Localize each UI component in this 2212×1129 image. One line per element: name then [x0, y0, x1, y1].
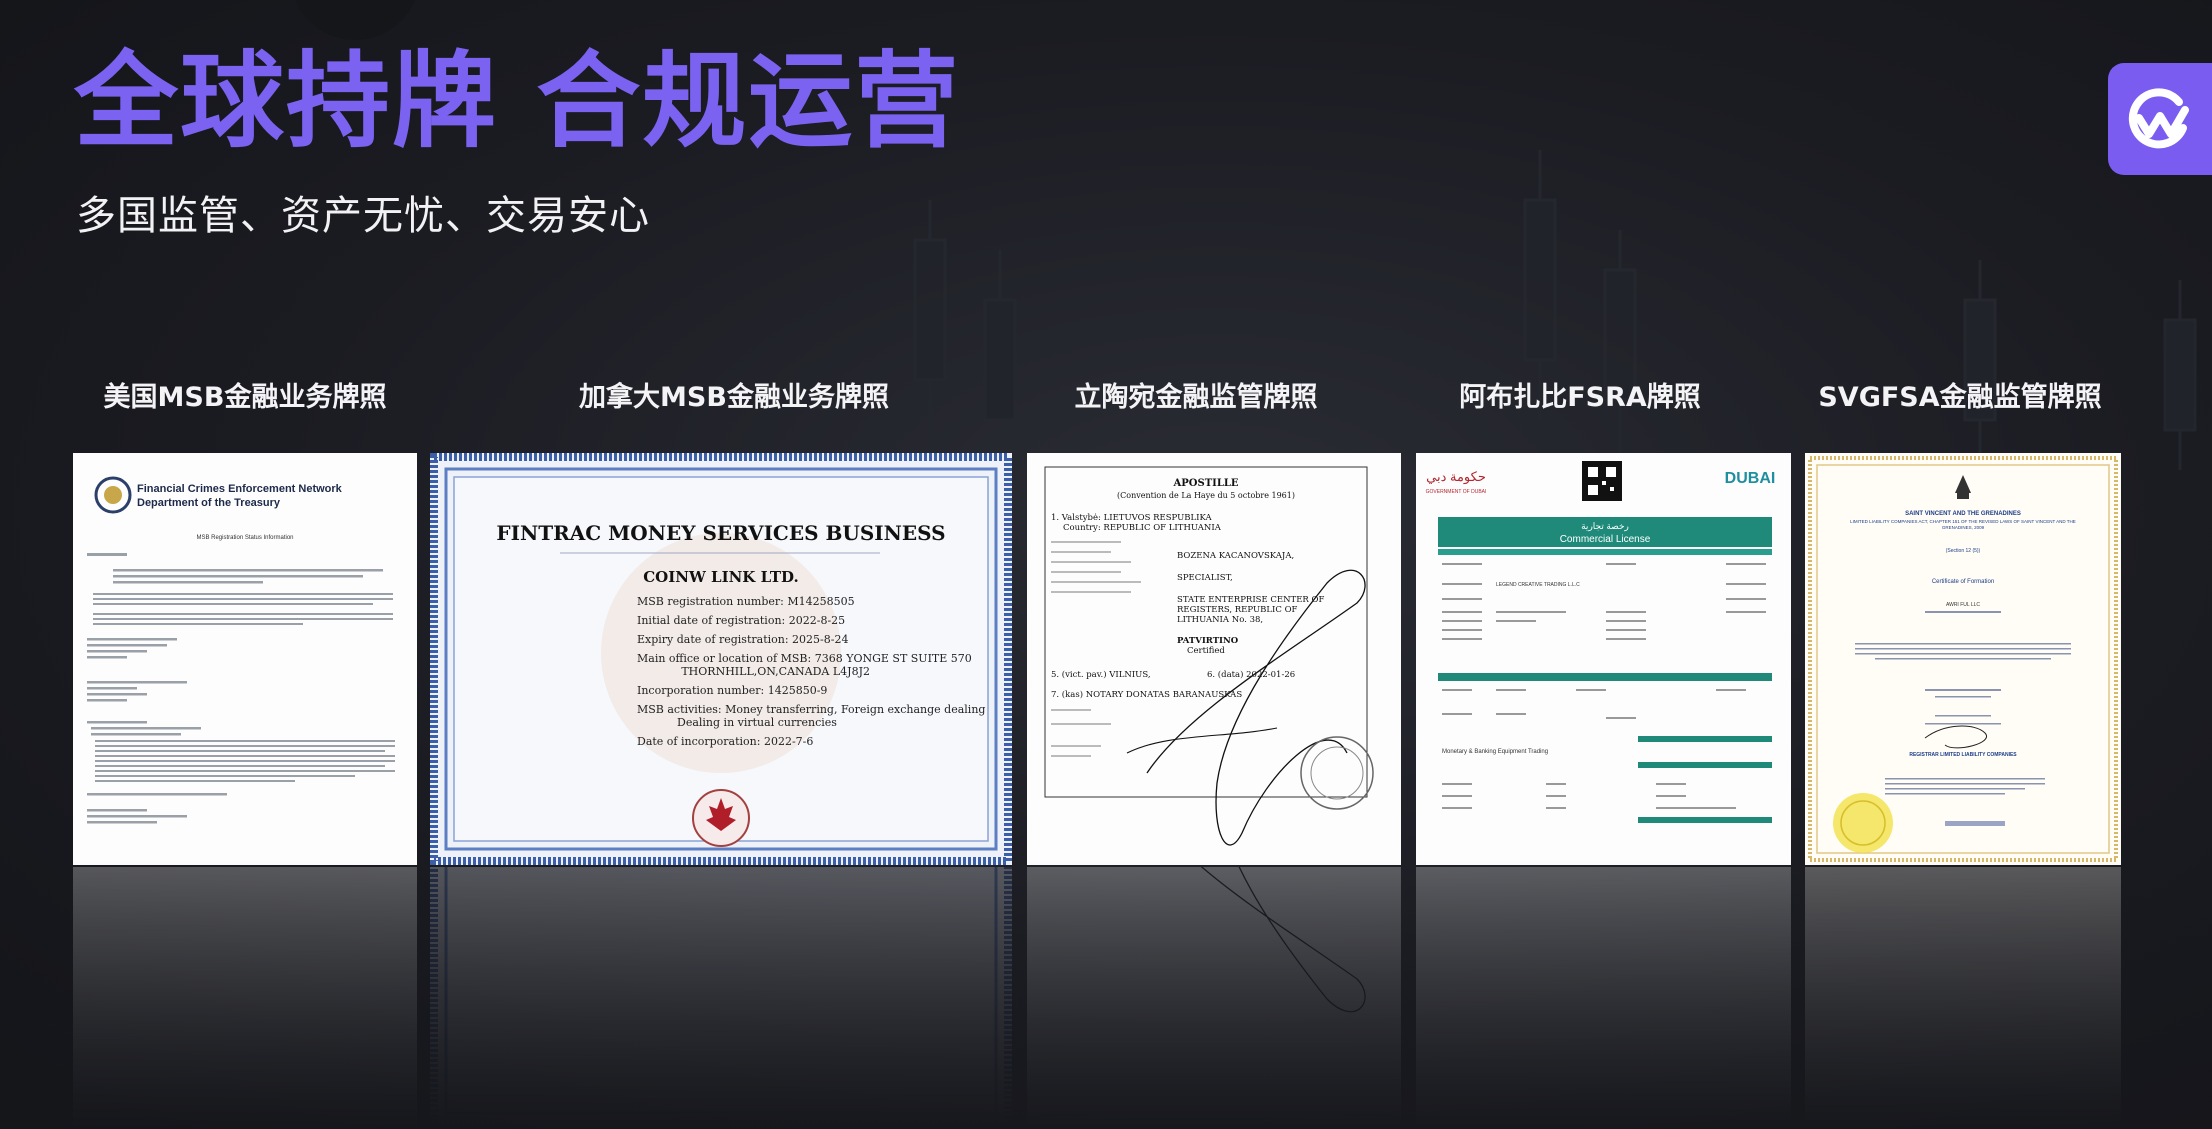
apostille-center-3: LITHUANIA No. 38, [1177, 615, 1263, 625]
apostille-country: 1. Valstybė: LIETUVOS RESPUBLIKA [1051, 513, 1213, 523]
fintrac-activities: MSB activities: Money transferring, Fore… [637, 703, 985, 716]
apostille-center: STATE ENTERPRISE CENTER OF [1177, 595, 1324, 605]
apostille-certified-en: Certified [1187, 646, 1225, 656]
page-title: 全球持牌 合规运营 [74, 40, 961, 162]
certificate-us-msb-reflection [73, 867, 417, 1129]
brand-logo-button[interactable] [2108, 63, 2212, 175]
certificate-svgfsa[interactable]: SAINT VINCENT AND THE GRENADINES LIMITED… [1805, 453, 2121, 865]
fincen-org-line1: Financial Crimes Enforcement Network [137, 483, 343, 495]
fintrac-msb-number: MSB registration number: M14258505 [637, 595, 855, 608]
apostille-place: 5. (vict. pav.) VILNIUS, [1051, 669, 1151, 680]
svg-section: (Section 12 (5)) [1946, 548, 1981, 554]
fintrac-main-office: Main office or location of MSB: 7368 YON… [637, 652, 972, 665]
fintrac-initial-date: Initial date of registration: 2022-8-25 [637, 614, 845, 627]
dubai-gov-label: GOVERNMENT OF DUBAI [1426, 489, 1487, 495]
license-label-lithuania: 立陶宛金融监管牌照 [1074, 382, 1318, 413]
fintrac-incorporation-date: Date of incorporation: 2022-7-6 [637, 735, 813, 748]
svg-heading: SAINT VINCENT AND THE GRENADINES [1905, 511, 2021, 517]
fintrac-expiry-date: Expiry date of registration: 2025-8-24 [637, 633, 848, 646]
dubai-heading: Commercial License [1560, 534, 1651, 545]
svg-act: LIMITED LIABILITY COMPANIES ACT, CHAPTER… [1850, 519, 2076, 530]
fincen-org-line2: Department of the Treasury [137, 497, 281, 509]
fincen-doc-title: MSB Registration Status Information [196, 535, 293, 541]
apostille-notary: 7. (kas) NOTARY DONATAS BARANAUSKAS [1051, 689, 1242, 700]
page-subtitle: 多国监管、资产无忧、交易安心 [76, 193, 650, 239]
dubai-brand-logo: DUBAI [1725, 470, 1776, 487]
dubai-arabic-title: رخصة تجارية [1581, 521, 1629, 532]
certificate-canada-msb-reflection [430, 867, 1012, 1129]
license-label-svgfsa: SVGFSA金融监管牌照 [1818, 382, 2102, 413]
certificate-canada-msb[interactable]: FINTRAC MONEY SERVICES BUSINESS COINW LI… [430, 453, 1012, 865]
apostille-heading: APOSTILLE [1172, 478, 1238, 489]
fintrac-company: COINW LINK LTD. [643, 568, 799, 586]
dubai-gov-arabic-logo: حكومة دبي [1426, 469, 1486, 485]
apostille-signer: BOZENA KACANOVSKAJA, [1177, 551, 1294, 561]
apostille-certified: PATVIRTINO [1177, 636, 1239, 646]
fintrac-activities-2: Dealing in virtual currencies [677, 716, 837, 729]
apostille-role: SPECIALIST, [1177, 573, 1233, 583]
license-label-us-msb: 美国MSB金融业务牌照 [103, 382, 387, 413]
dubai-activity: Monetary & Banking Equipment Trading [1442, 749, 1548, 755]
svg-cert-title: Certificate of Formation [1932, 579, 1994, 585]
fintrac-heading: FINTRAC MONEY SERVICES BUSINESS [496, 521, 945, 545]
license-label-canada-msb: 加拿大MSB金融业务牌照 [579, 382, 889, 413]
svg-company: AWRI FUL LLC [1946, 602, 1980, 608]
apostille-center-2: REGISTERS, REPUBLIC OF [1177, 605, 1298, 615]
fintrac-incorporation-number: Incorporation number: 1425850-9 [637, 684, 827, 697]
fintrac-main-office-2: THORNHILL,ON,CANADA L4J8J2 [681, 665, 870, 678]
certificate-svgfsa-reflection [1805, 867, 2121, 1129]
certificate-lithuania-apostille[interactable]: APOSTILLE (Convention de La Haye du 5 oc… [1027, 453, 1401, 865]
svg-registrar: REGISTRAR LIMITED LIABILITY COMPANIES [1909, 752, 2017, 758]
certificate-dubai-reflection [1416, 867, 1791, 1129]
gold-seal-icon [1833, 793, 1893, 853]
certificate-lithuania-reflection [1027, 867, 1401, 1129]
certificate-dubai-commercial-license[interactable]: حكومة دبي GOVERNMENT OF DUBAI DUBAI رخصة… [1416, 453, 1791, 865]
license-label-abu-dhabi-fsra: 阿布扎比FSRA牌照 [1459, 382, 1701, 413]
apostille-country-en: Country: REPUBLIC OF LITHUANIA [1063, 523, 1222, 533]
dubai-company-name: LEGEND CREATIVE TRADING L.L.C [1496, 582, 1580, 588]
certificate-us-msb[interactable]: Financial Crimes Enforcement Network Dep… [73, 453, 417, 865]
coin-swap-logo-icon [2128, 88, 2189, 149]
apostille-convention: (Convention de La Haye du 5 octobre 1961… [1117, 491, 1295, 500]
apostille-date: 6. (data) 2022-01-26 [1207, 669, 1295, 680]
